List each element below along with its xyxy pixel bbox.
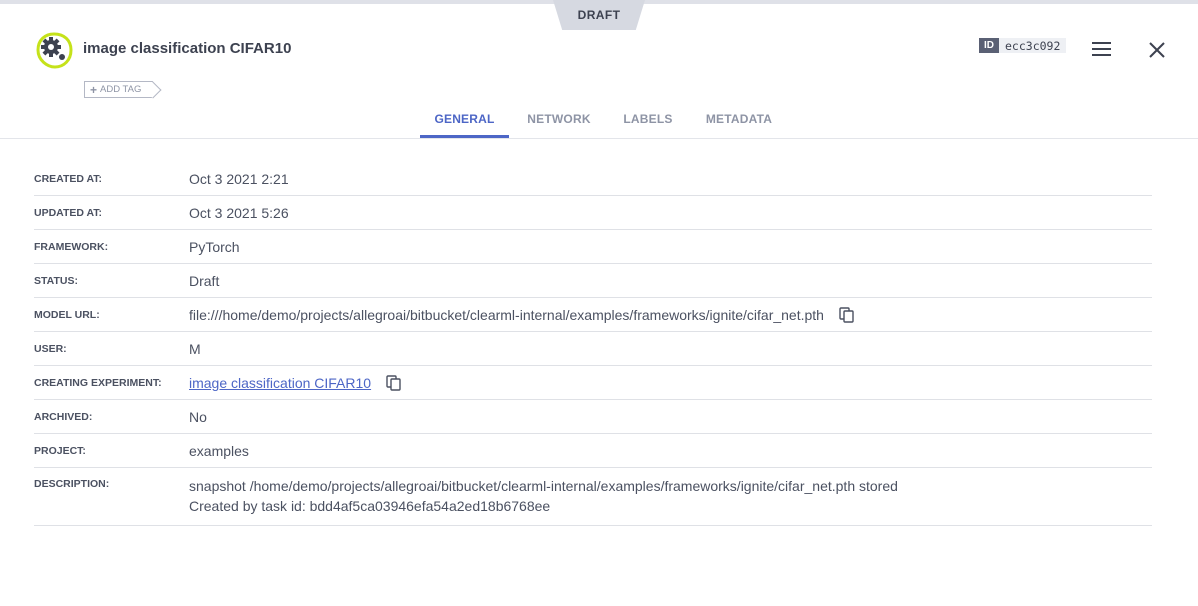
description-line-2: Created by task id: bdd4af5ca03946efa54a…: [189, 498, 551, 514]
detail-row-project: PROJECT: examples: [34, 434, 1152, 468]
user-label: USER:: [34, 342, 67, 355]
framework-label: FRAMEWORK:: [34, 240, 109, 253]
model-url-label: MODEL URL:: [34, 308, 100, 321]
archived-label: ARCHIVED:: [34, 410, 93, 423]
tab-metadata[interactable]: METADATA: [700, 104, 778, 138]
updated-at-value: Oct 3 2021 5:26: [189, 204, 289, 221]
gear-icon: [36, 32, 73, 69]
description-value: snapshot /home/demo/projects/allegroai/b…: [189, 476, 898, 516]
copy-icon[interactable]: [838, 306, 856, 324]
model-details: CREATED AT: Oct 3 2021 2:21 UPDATED AT: …: [34, 162, 1152, 526]
add-tag-label: ADD TAG: [100, 84, 142, 95]
detail-row-framework: FRAMEWORK: PyTorch: [34, 230, 1152, 264]
hamburger-icon[interactable]: [1092, 42, 1112, 58]
tab-general[interactable]: GENERAL: [420, 104, 509, 138]
creating-experiment-link[interactable]: image classification CIFAR10: [189, 375, 371, 391]
detail-row-user: USER: M: [34, 332, 1152, 366]
tab-bar: GENERAL NETWORK LABELS METADATA: [0, 104, 1198, 139]
framework-value: PyTorch: [189, 238, 240, 255]
model-title: image classification CIFAR10: [83, 40, 292, 57]
created-at-value: Oct 3 2021 2:21: [189, 170, 289, 187]
user-value: M: [189, 340, 201, 357]
model-id[interactable]: ID ecc3c092: [979, 38, 1067, 53]
archived-value: No: [189, 408, 207, 425]
tab-labels[interactable]: LABELS: [617, 104, 679, 138]
creating-experiment-container: image classification CIFAR10: [189, 374, 403, 392]
draft-status-tab: DRAFT: [553, 0, 645, 30]
status-value: Draft: [189, 272, 220, 289]
status-label: STATUS:: [34, 274, 78, 287]
detail-row-created-at: CREATED AT: Oct 3 2021 2:21: [34, 162, 1152, 196]
detail-row-description: DESCRIPTION: snapshot /home/demo/project…: [34, 468, 1152, 526]
detail-row-archived: ARCHIVED: No: [34, 400, 1152, 434]
id-value: ecc3c092: [999, 38, 1067, 53]
model-url-container: file:///home/demo/projects/allegroai/bit…: [189, 306, 856, 324]
detail-row-updated-at: UPDATED AT: Oct 3 2021 5:26: [34, 196, 1152, 230]
model-url-value: file:///home/demo/projects/allegroai/bit…: [189, 306, 824, 323]
detail-row-creating-experiment: CREATING EXPERIMENT: image classificatio…: [34, 366, 1152, 400]
description-label: DESCRIPTION:: [34, 478, 110, 490]
copy-icon[interactable]: [385, 374, 403, 392]
updated-at-label: UPDATED AT:: [34, 206, 103, 219]
detail-row-model-url: MODEL URL: file:///home/demo/projects/al…: [34, 298, 1152, 332]
tab-network[interactable]: NETWORK: [520, 104, 598, 138]
creating-experiment-label: CREATING EXPERIMENT:: [34, 376, 162, 389]
detail-row-status: STATUS: Draft: [34, 264, 1152, 298]
description-line-1: snapshot /home/demo/projects/allegroai/b…: [189, 478, 898, 494]
project-label: PROJECT:: [34, 444, 86, 457]
plus-icon: +: [90, 82, 98, 97]
project-value: examples: [189, 442, 249, 459]
created-at-label: CREATED AT:: [34, 172, 103, 185]
close-icon[interactable]: [1147, 40, 1167, 60]
id-badge: ID: [979, 38, 999, 53]
add-tag-button[interactable]: + ADD TAG: [84, 81, 154, 98]
